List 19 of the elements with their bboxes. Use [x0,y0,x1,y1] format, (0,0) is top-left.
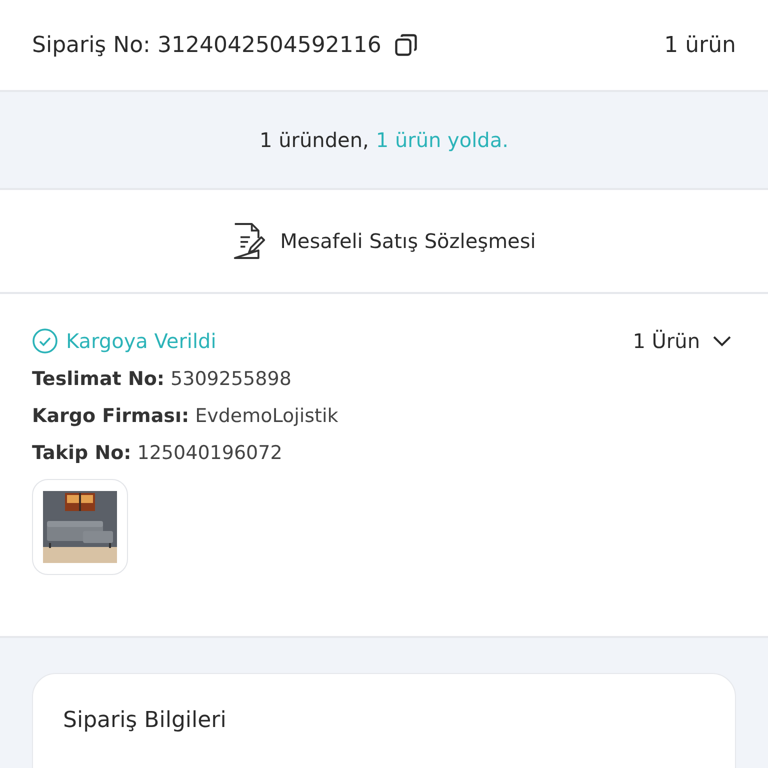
summary-text: 1 üründen, [259,128,369,152]
order-number: Sipariş No: 3124042504592116 [32,32,382,58]
item-count: 1 ürün [664,32,736,58]
detail-label: Teslimat No: [32,368,165,390]
detail-label: Takip No: [32,442,132,464]
chevron-icon [712,335,732,347]
card-title: Sipariş Bilgileri [63,708,226,733]
product-thumbnail[interactable] [32,479,128,575]
status-text: 1 ürün yolda. [376,128,508,152]
copy-icon[interactable] [393,32,420,58]
items-toggle[interactable]: 1 Ürün [632,329,732,353]
shipment-status: Kargoya Verildi [66,329,216,353]
document-edit-icon[interactable] [232,222,266,260]
detail-value: 125040196072 [137,442,282,464]
detail-value: EvdemoLojistik [195,405,338,427]
contract-link[interactable]: Mesafeli Satış Sözleşmesi [280,229,536,253]
detail-value: 5309255898 [170,368,292,390]
detail-label: Kargo Firması: [32,405,190,427]
check-circle-icon [32,328,58,354]
